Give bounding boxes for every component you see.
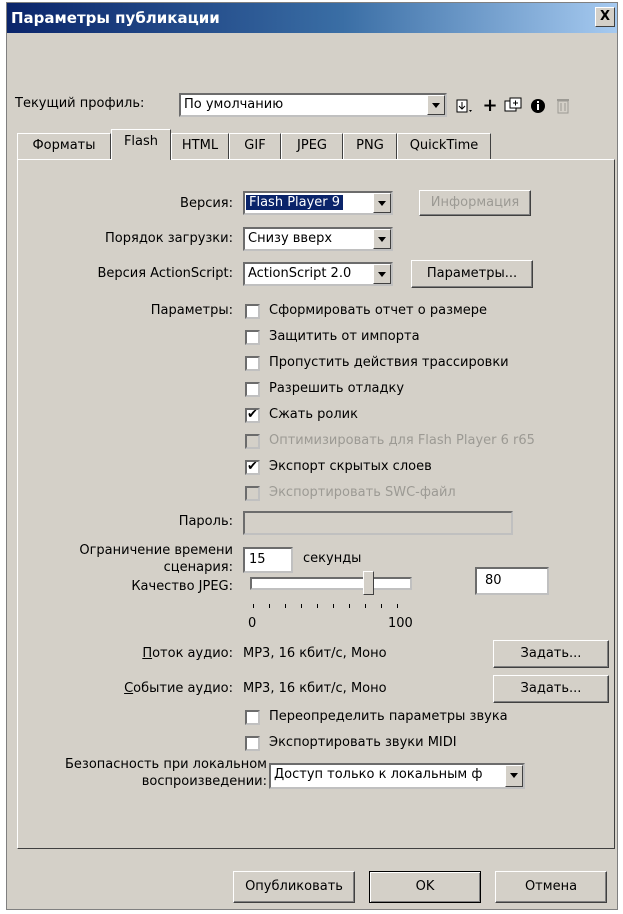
load-order-value: Снизу вверх — [248, 231, 333, 246]
option-optimize-fp6-label: Оптимизировать для Flash Player 6 r65 — [269, 433, 535, 448]
audio-stream-label: Поток аудио: — [142, 646, 233, 661]
chevron-down-icon[interactable] — [505, 765, 523, 787]
local-security-label-line1: Безопасность при локальном — [64, 757, 267, 772]
close-button[interactable]: X — [595, 7, 615, 27]
chevron-down-icon[interactable] — [373, 229, 391, 249]
option-size-report-label: Сформировать отчет о размере — [269, 303, 488, 318]
tab-html[interactable]: HTML — [171, 133, 229, 159]
import-export-icon[interactable] — [453, 95, 475, 117]
tab-jpeg[interactable]: JPEG — [281, 133, 343, 159]
load-order-select[interactable]: Снизу вверх — [243, 227, 393, 251]
profile-select[interactable]: По умолчанию — [179, 93, 447, 117]
actionscript-value: ActionScript 2.0 — [248, 266, 352, 281]
version-label: Версия: — [180, 196, 233, 211]
chevron-down-icon[interactable] — [373, 193, 391, 213]
tab-formats[interactable]: Форматы — [17, 133, 111, 159]
profile-value: По умолчанию — [184, 97, 284, 112]
script-limit-unit: секунды — [303, 551, 362, 566]
chevron-down-icon[interactable] — [373, 264, 391, 284]
options-label: Параметры: — [150, 303, 233, 318]
option-protect-import-label: Защитить от импорта — [269, 329, 420, 344]
checkbox-protect-import[interactable] — [245, 330, 260, 345]
script-limit-value: 15 — [249, 552, 266, 567]
checkbox-export-hidden-layers[interactable]: ✔ — [245, 459, 260, 475]
audio-event-label: Событие аудио: — [124, 681, 233, 696]
ok-button[interactable]: OK — [369, 871, 481, 903]
tab-quicktime[interactable]: QuickTime — [397, 133, 491, 159]
option-omit-trace-label: Пропустить действия трассировки — [269, 355, 509, 370]
cancel-button[interactable]: Отмена — [495, 871, 607, 903]
jpeg-quality-slider-track[interactable] — [250, 577, 412, 590]
info-button[interactable]: Информация — [419, 190, 531, 216]
checkbox-permit-debug[interactable] — [245, 382, 260, 397]
local-security-select[interactable]: Доступ только к локальным ф — [269, 763, 525, 789]
audio-event-set-button[interactable]: Задать... — [493, 675, 609, 703]
checkbox-optimize-fp6 — [245, 434, 260, 449]
audio-event-value: MP3, 16 кбит/с, Моно — [243, 681, 387, 696]
actionscript-label: Версия ActionScript: — [97, 266, 233, 281]
jpeg-quality-value: 80 — [485, 573, 502, 588]
export-midi-label: Экспортировать звуки MIDI — [269, 735, 457, 750]
local-security-value: Доступ только к локальным ф — [274, 767, 483, 782]
audio-stream-value: MP3, 16 кбит/с, Моно — [243, 646, 387, 661]
publish-button[interactable]: Опубликовать — [233, 871, 355, 903]
jpeg-quality-max-label: 100 — [388, 616, 413, 631]
checkbox-override-sound[interactable] — [245, 710, 260, 725]
delete-profile-icon[interactable] — [552, 95, 574, 117]
profile-label: Текущий профиль: — [15, 96, 145, 111]
check-mark-icon: ✔ — [247, 459, 258, 474]
checkbox-export-midi[interactable] — [245, 736, 260, 751]
add-profile-icon[interactable]: + — [479, 95, 501, 117]
checkbox-omit-trace[interactable] — [245, 356, 260, 371]
checkbox-size-report[interactable] — [245, 304, 260, 319]
version-select[interactable]: Flash Player 9 — [243, 191, 393, 215]
actionscript-select[interactable]: ActionScript 2.0 — [243, 262, 393, 286]
publish-settings-dialog: Параметры публикации X Текущий профиль: … — [6, 2, 618, 910]
local-security-label-line2: воспроизведении: — [141, 774, 267, 789]
script-limit-label-line2: сценария: — [163, 560, 233, 575]
option-export-hidden-layers-label: Экспорт скрытых слоев — [269, 459, 432, 474]
actionscript-settings-button[interactable]: Параметры... — [411, 260, 533, 288]
jpeg-quality-slider-thumb[interactable] — [363, 571, 375, 595]
load-order-label: Порядок загрузки: — [105, 231, 233, 246]
profile-info-icon[interactable] — [527, 95, 549, 117]
title-bar[interactable]: Параметры публикации X — [7, 3, 617, 33]
jpeg-quality-min-label: 0 — [248, 616, 257, 631]
check-mark-icon: ✔ — [247, 407, 258, 422]
tab-gif[interactable]: GIF — [229, 133, 281, 159]
override-sound-label: Переопределить параметры звука — [269, 709, 508, 724]
password-input — [243, 511, 513, 535]
option-permit-debug-label: Разрешить отладку — [269, 381, 405, 396]
script-limit-label-line1: Ограничение времени — [79, 543, 233, 558]
dialog-title: Параметры публикации — [11, 9, 220, 27]
chevron-down-icon[interactable] — [427, 95, 445, 115]
tab-png[interactable]: PNG — [343, 133, 397, 159]
jpeg-quality-label: Качество JPEG: — [131, 579, 233, 594]
audio-stream-set-button[interactable]: Задать... — [493, 640, 609, 668]
password-label: Пароль: — [178, 514, 233, 529]
duplicate-profile-icon[interactable] — [502, 95, 524, 117]
checkbox-compress-movie[interactable]: ✔ — [245, 407, 260, 423]
option-compress-movie-label: Сжать ролик — [269, 407, 358, 422]
option-export-swc-label: Экспортировать SWC-файл — [269, 485, 456, 500]
jpeg-quality-input[interactable]: 80 — [475, 567, 549, 595]
script-limit-input[interactable]: 15 — [243, 547, 293, 573]
tab-flash[interactable]: Flash — [111, 129, 171, 160]
version-value: Flash Player 9 — [246, 195, 344, 210]
checkbox-export-swc — [245, 486, 260, 501]
